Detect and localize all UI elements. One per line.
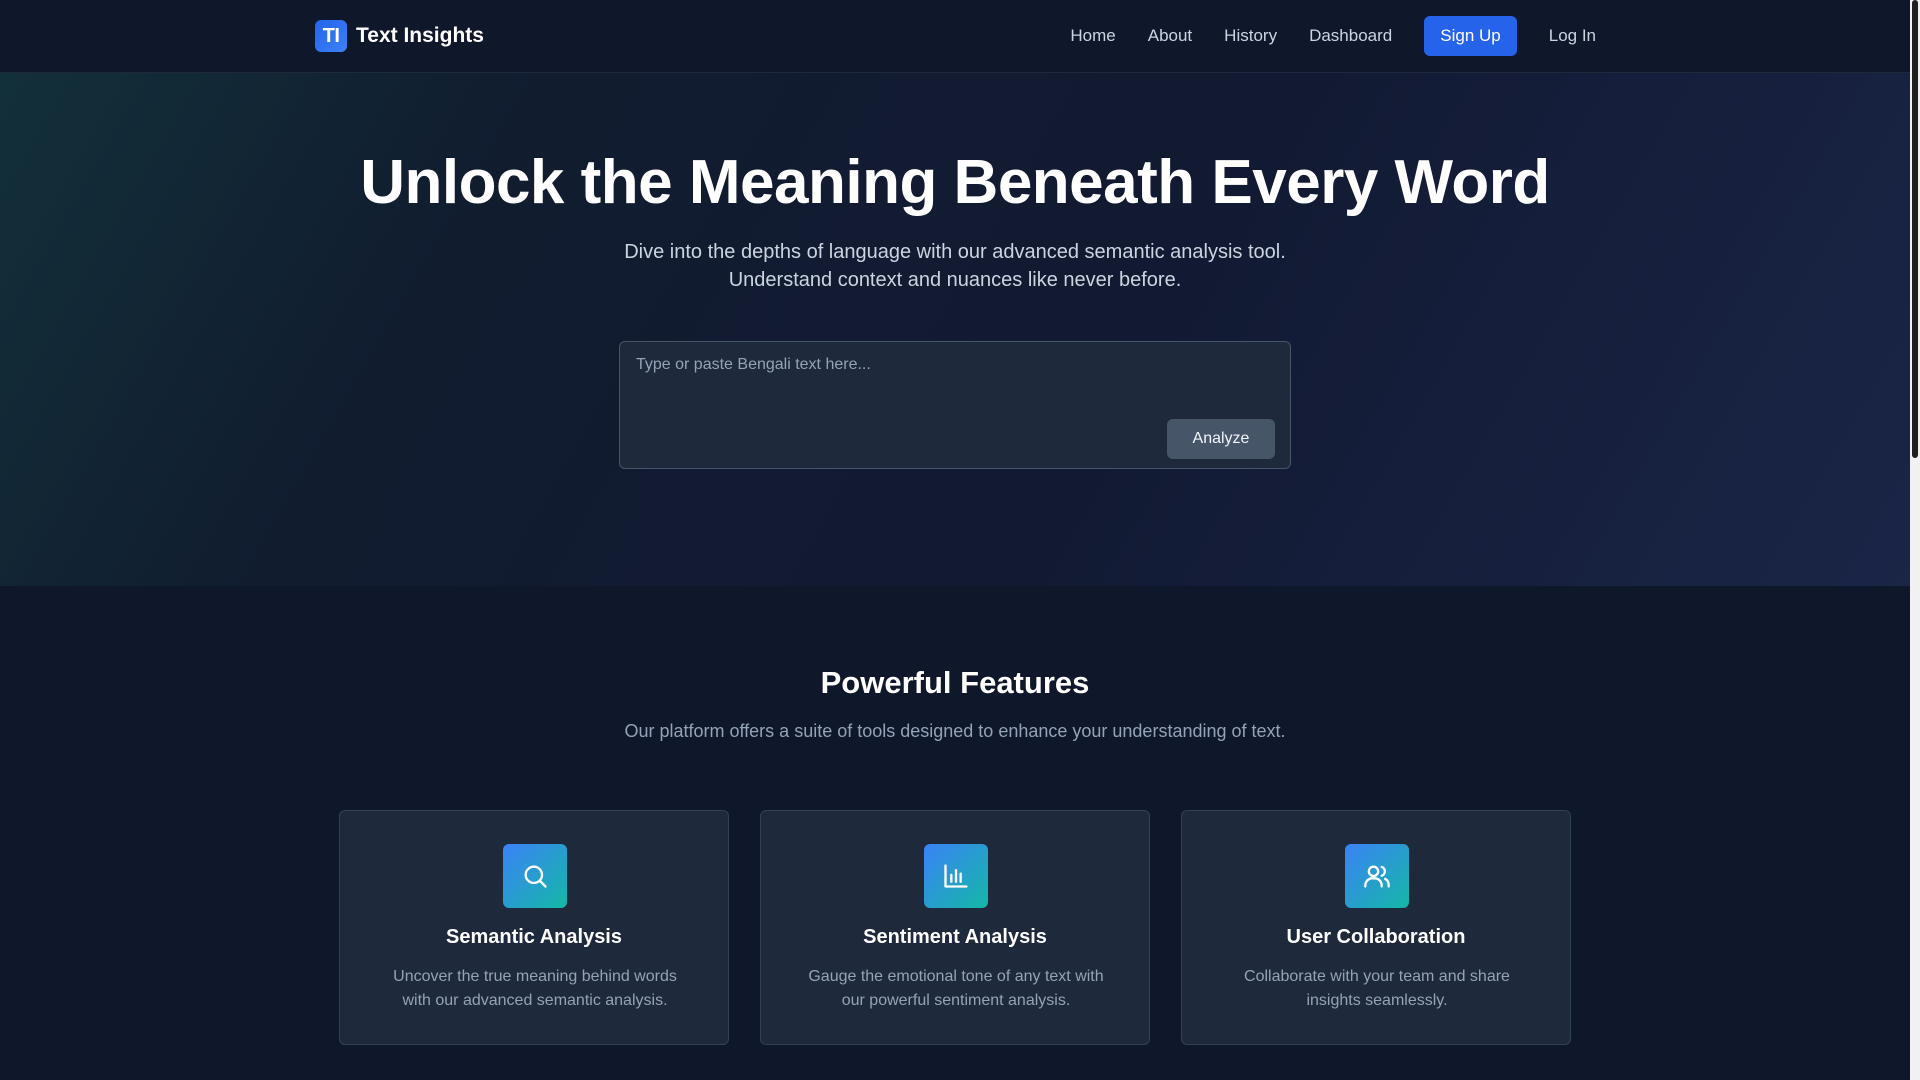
nav-dashboard-link[interactable]: Dashboard [1309, 16, 1392, 56]
feature-card-sentiment: Sentiment Analysis Gauge the emotional t… [760, 810, 1150, 1045]
feature-card-collaboration: User Collaboration Collaborate with your… [1181, 810, 1571, 1045]
brand-logo[interactable]: TI Text Insights [315, 20, 484, 52]
feature-card-description: Uncover the true meaning behind words wi… [393, 968, 677, 1009]
nav-about-link[interactable]: About [1148, 16, 1192, 56]
hero-section: Unlock the Meaning Beneath Every Word Di… [0, 73, 1910, 586]
hero-subtitle: Dive into the depths of language with ou… [555, 238, 1355, 294]
page: TI Text Insights Home About History Dash… [0, 0, 1910, 1080]
hero-subtitle-line1: Dive into the depths of language with ou… [624, 241, 1286, 263]
feature-card-semantic: Semantic Analysis Uncover the true meani… [339, 810, 729, 1045]
features-subtitle: Our platform offers a suite of tools des… [624, 721, 1286, 741]
features-title: Powerful Features [820, 665, 1090, 700]
top-navbar: TI Text Insights Home About History Dash… [0, 0, 1910, 73]
brand-name: Text Insights [356, 24, 484, 47]
analyze-button[interactable]: Analyze [1167, 419, 1275, 459]
nav-history-link[interactable]: History [1224, 16, 1277, 56]
page-scrollbar[interactable] [1910, 0, 1920, 1080]
feature-card-description: Collaborate with your team and share ins… [1244, 968, 1510, 1009]
sign-up-button[interactable]: Sign Up [1424, 16, 1517, 56]
nav-home-link[interactable]: Home [1070, 16, 1115, 56]
scrollbar-thumb[interactable] [1912, 0, 1918, 458]
analyze-panel: Analyze [619, 341, 1291, 469]
users-icon [1345, 844, 1409, 908]
feature-card-title: Sentiment Analysis [863, 926, 1047, 948]
bar-chart-icon [924, 844, 988, 908]
main-nav: Home About History Dashboard Sign Up Log… [1070, 16, 1596, 56]
feature-card-title: User Collaboration [1286, 926, 1466, 948]
hero-subtitle-line2: Understand context and nuances like neve… [728, 269, 1182, 291]
feature-card-title: Semantic Analysis [445, 926, 622, 948]
hero-title: Unlock the Meaning Beneath Every Word [360, 148, 1550, 217]
log-in-link[interactable]: Log In [1549, 16, 1596, 56]
logo-badge: TI [315, 20, 347, 52]
feature-card-description: Gauge the emotional tone of any text wit… [808, 968, 1104, 1009]
search-icon [503, 844, 567, 908]
